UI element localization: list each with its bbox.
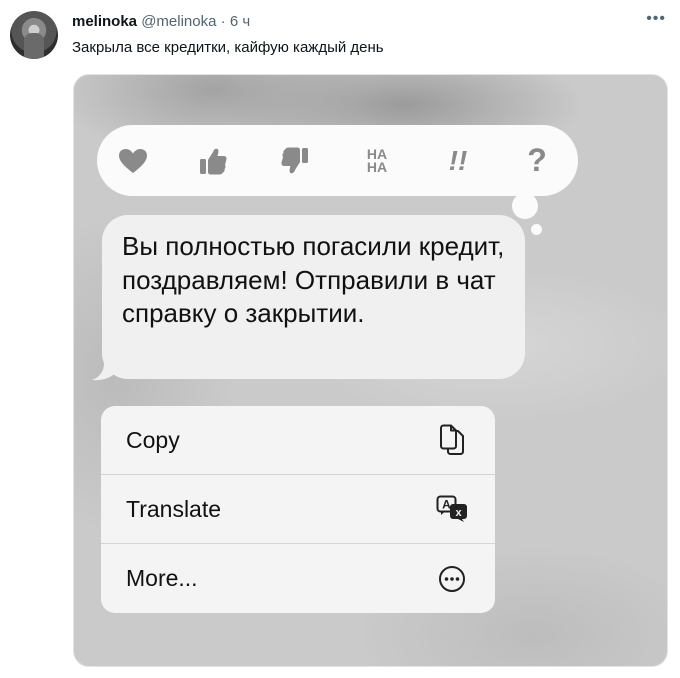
thumbs-up-icon [200, 148, 227, 174]
svg-text:A: A [442, 498, 451, 512]
reaction-emphasize[interactable]: !! [430, 125, 486, 196]
reaction-question[interactable]: ? [509, 125, 565, 196]
message-text: Вы полностью погасили кредит, поздравляе… [122, 231, 505, 328]
thumbs-down-icon [281, 147, 308, 173]
reactions-bar-tail-dot [531, 224, 542, 235]
tweet-text: Закрыла все кредитки, кайфую каждый день [72, 39, 384, 56]
reaction-haha[interactable]: HA HA [349, 125, 405, 196]
haha-line-2: HA [366, 158, 388, 175]
avatar[interactable] [10, 11, 58, 59]
tweet-media-image[interactable]: HA HA !! ? Вы полностью погасили кредит,… [73, 74, 668, 667]
more-circle-icon [435, 562, 469, 596]
menu-item-label: Translate [126, 495, 222, 522]
menu-item-label: Copy [126, 426, 180, 453]
reaction-thumbs-up[interactable] [185, 125, 241, 196]
reaction-heart[interactable] [105, 125, 161, 196]
question-mark-icon: ? [527, 142, 547, 178]
reaction-thumbs-down[interactable] [267, 125, 323, 196]
menu-item-translate[interactable]: Translate A x [101, 475, 495, 544]
tweet-header: melinoka @melinoka · 6 ч [72, 12, 250, 32]
svg-text:x: x [455, 507, 462, 519]
reactions-bar-tail [512, 193, 538, 219]
context-menu: Copy Translate A x More... [101, 406, 495, 613]
separator-dot: · [220, 13, 226, 30]
menu-item-label: More... [126, 565, 198, 591]
menu-item-copy[interactable]: Copy [101, 406, 495, 475]
heart-icon [119, 148, 147, 173]
tapback-reactions-bar: HA HA !! ? [97, 125, 578, 196]
translate-icon: A x [435, 492, 469, 526]
tweet-time[interactable]: 6 ч [230, 13, 250, 30]
author-handle[interactable]: @melinoka [141, 13, 216, 30]
ellipsis-icon[interactable]: ••• [646, 10, 666, 28]
double-exclamation-icon: !! [448, 144, 468, 176]
copy-icon [435, 423, 469, 457]
haha-icon: HA HA [366, 147, 388, 175]
author-name[interactable]: melinoka [72, 13, 137, 30]
message-bubble[interactable]: Вы полностью погасили кредит, поздравляе… [102, 215, 525, 379]
menu-item-more[interactable]: More... [101, 544, 495, 613]
